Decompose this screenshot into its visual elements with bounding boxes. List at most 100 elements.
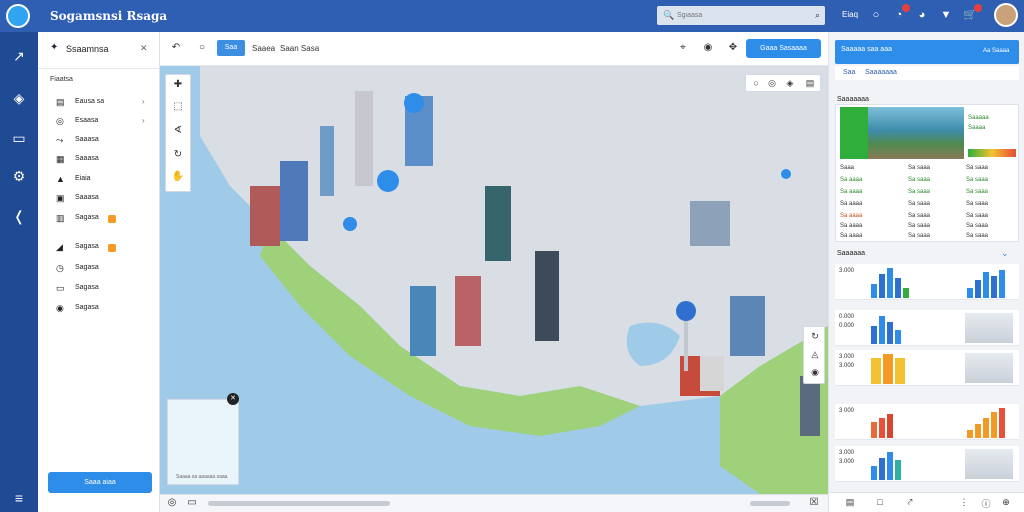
mail-icon[interactable]: ▭ (184, 497, 200, 511)
photo-side-label-2: Saaaa (968, 125, 986, 131)
tag-icon: ◢ (56, 242, 63, 252)
location-summary-card: Saaaaa Saaaa Saaa Sa saaa Sa saaa Sa aaa… (835, 104, 1019, 242)
export-icon[interactable]: ⤤ (903, 497, 917, 509)
mini-bar-chart (869, 352, 919, 384)
toolbar-action-button[interactable]: Gaaa Sasaaaa (746, 39, 821, 58)
chart-row[interactable]: 3.000 3.000 (835, 446, 1019, 482)
user-avatar[interactable] (994, 3, 1018, 27)
chart-row[interactable]: 3.000 3.000 (835, 350, 1019, 386)
fullscreen-icon[interactable]: ✥ (725, 42, 741, 56)
hand-tool-icon[interactable]: ✋ (171, 171, 185, 185)
undo-icon[interactable]: ↶ (168, 42, 184, 56)
table-icon: ▥ (56, 213, 65, 223)
search-submit-icon[interactable]: ⌕ (815, 10, 820, 21)
chart-value: 3.000 (839, 354, 855, 360)
sidebar-item-8[interactable]: ◷ Sagasa (56, 262, 156, 276)
scrollbar-end[interactable] (750, 501, 790, 506)
compass-icon[interactable]: ◬ (809, 349, 821, 361)
top-bar: Sogamsnsi Rsaga 🔍 ⌕ Eiaq ○ ◔ ◕ ▼ 🛒 (0, 0, 1024, 32)
crosshair-tool-icon[interactable]: ✚ (171, 79, 185, 93)
panel-header-title: Saaaaa saa aaa (841, 46, 892, 53)
clock-icon[interactable]: ◕ (914, 7, 930, 23)
stat-cell: Sa saaa (966, 165, 989, 171)
search-box[interactable]: 🔍 ⌕ (657, 6, 825, 25)
add-icon[interactable]: ⊕ (999, 497, 1013, 509)
legend-text: Saaaa sa aaaaaa saaa (176, 474, 228, 480)
mode-pill-button[interactable]: Saa (217, 40, 245, 56)
filter-icon[interactable]: ▼ (938, 7, 954, 23)
locate-icon[interactable]: ◉ (809, 367, 821, 379)
chart-value: 3.000 (839, 459, 855, 465)
building-thumbnail (965, 353, 1013, 383)
stat-cell: Sa aaaa (840, 177, 863, 183)
toolbar-text-1[interactable]: Saaea (252, 44, 275, 53)
stat-cell: Sa aaaa (840, 233, 863, 239)
sidebar-item-3[interactable]: ▦ Saaasa (56, 153, 156, 167)
info-icon[interactable]: ⓘ (979, 497, 993, 509)
top-label[interactable]: Eiaq (842, 10, 858, 19)
measure-tool-icon[interactable]: ∢ (171, 125, 185, 139)
map-status-bar: ◎ ▭ ☒ (160, 494, 828, 512)
pin-icon[interactable]: ◈ (784, 78, 796, 90)
select-tool-icon[interactable]: ⬚ (171, 101, 185, 115)
horizontal-scrollbar[interactable] (208, 501, 390, 506)
panel-header-button[interactable]: Aa Saaaa (983, 48, 1009, 54)
close-icon[interactable]: ☒ (806, 497, 822, 511)
layers-icon: ▤ (56, 97, 65, 107)
stat-cell: Sa aaaa (840, 223, 863, 229)
toolbar-text-2[interactable]: Saan Sasa (280, 44, 319, 53)
panel-subtitle: Fiaatsa (50, 76, 73, 83)
menu-icon[interactable]: ≡ (9, 488, 29, 508)
chart-row[interactable]: 3.000 (835, 264, 1019, 300)
stat-cell: Sa aaaa (840, 189, 863, 195)
mini-bar-chart (869, 406, 919, 438)
target-icon[interactable]: ◎ (766, 78, 778, 90)
monitor-icon[interactable]: ▭ (9, 128, 29, 148)
sidebar-item-7[interactable]: ◢ Sagasa (56, 241, 156, 255)
zoom-icon[interactable]: ◎ (164, 497, 180, 511)
tab-1[interactable]: Saaaaaaa (865, 69, 897, 76)
sidebar-item-1[interactable]: ◎ Esaasa › (56, 115, 156, 129)
map-side-tools: ↻ ◬ ◉ (803, 326, 825, 384)
help-icon[interactable]: ○ (868, 7, 884, 23)
collapse-icon[interactable]: ✕ (140, 43, 148, 54)
sidebar-item-0[interactable]: ▤ Eausa sa › (56, 96, 156, 110)
sidebar-item-10[interactable]: ◉ Sagasa (56, 302, 156, 316)
chart-row[interactable]: 0.000 0.000 (835, 310, 1019, 346)
sidebar-item-label: Eiaia (75, 175, 91, 182)
search-input[interactable] (677, 9, 802, 22)
stat-cell: Sa saaa (908, 233, 931, 239)
sidebar-item-4[interactable]: ▲ Eiaia (56, 173, 156, 187)
sidebar-item-6[interactable]: ▥ Sagasa (56, 212, 156, 226)
primary-action-button[interactable]: Saaa aiaa (48, 472, 152, 493)
map-tools-panel: ✚ ⬚ ∢ ↻ ✋ (165, 74, 191, 192)
chart-row[interactable]: 3 000 (835, 404, 1019, 440)
sidebar-item-5[interactable]: ▣ Saaasa (56, 192, 156, 206)
refresh-icon[interactable]: ↻ (809, 331, 821, 343)
sidebar-item-label: Sagasa (75, 243, 99, 250)
circle-icon[interactable]: ○ (750, 78, 762, 90)
stat-cell: Saaa (840, 165, 855, 171)
settings-icon[interactable]: ⚙ (9, 166, 29, 186)
back-icon[interactable]: ❬ (9, 206, 29, 226)
city-map-view[interactable] (160, 66, 828, 494)
sidebar-item-9[interactable]: ▭ Sagasa (56, 282, 156, 296)
sidebar-item-2[interactable]: ⤳ Saaasa (56, 134, 156, 148)
draw-tool-icon[interactable]: ↻ (171, 149, 185, 163)
sidebar-item-label: Sagasa (75, 264, 99, 271)
tab-0[interactable]: Saa (843, 69, 855, 76)
app-logo-icon[interactable] (6, 4, 30, 28)
circle-tool-icon[interactable]: ○ (194, 42, 210, 56)
stat-cell: Sa saaa (908, 177, 931, 183)
location-icon[interactable]: ◉ (700, 42, 716, 56)
close-icon[interactable]: ✕ (227, 393, 239, 405)
list-icon[interactable]: ▤ (843, 497, 857, 509)
chart-icon[interactable]: ↗ (9, 46, 29, 66)
more-icon[interactable]: ⋮ (957, 497, 971, 509)
pin-icon[interactable]: ◈ (9, 88, 29, 108)
crosshair-icon[interactable]: ⌖ (675, 42, 691, 56)
window-icon[interactable]: ▤ (804, 78, 816, 90)
card-icon[interactable]: □ (873, 497, 887, 509)
chevron-down-icon[interactable]: ⌄ (1001, 248, 1009, 259)
route-icon: ⤳ (56, 135, 64, 145)
